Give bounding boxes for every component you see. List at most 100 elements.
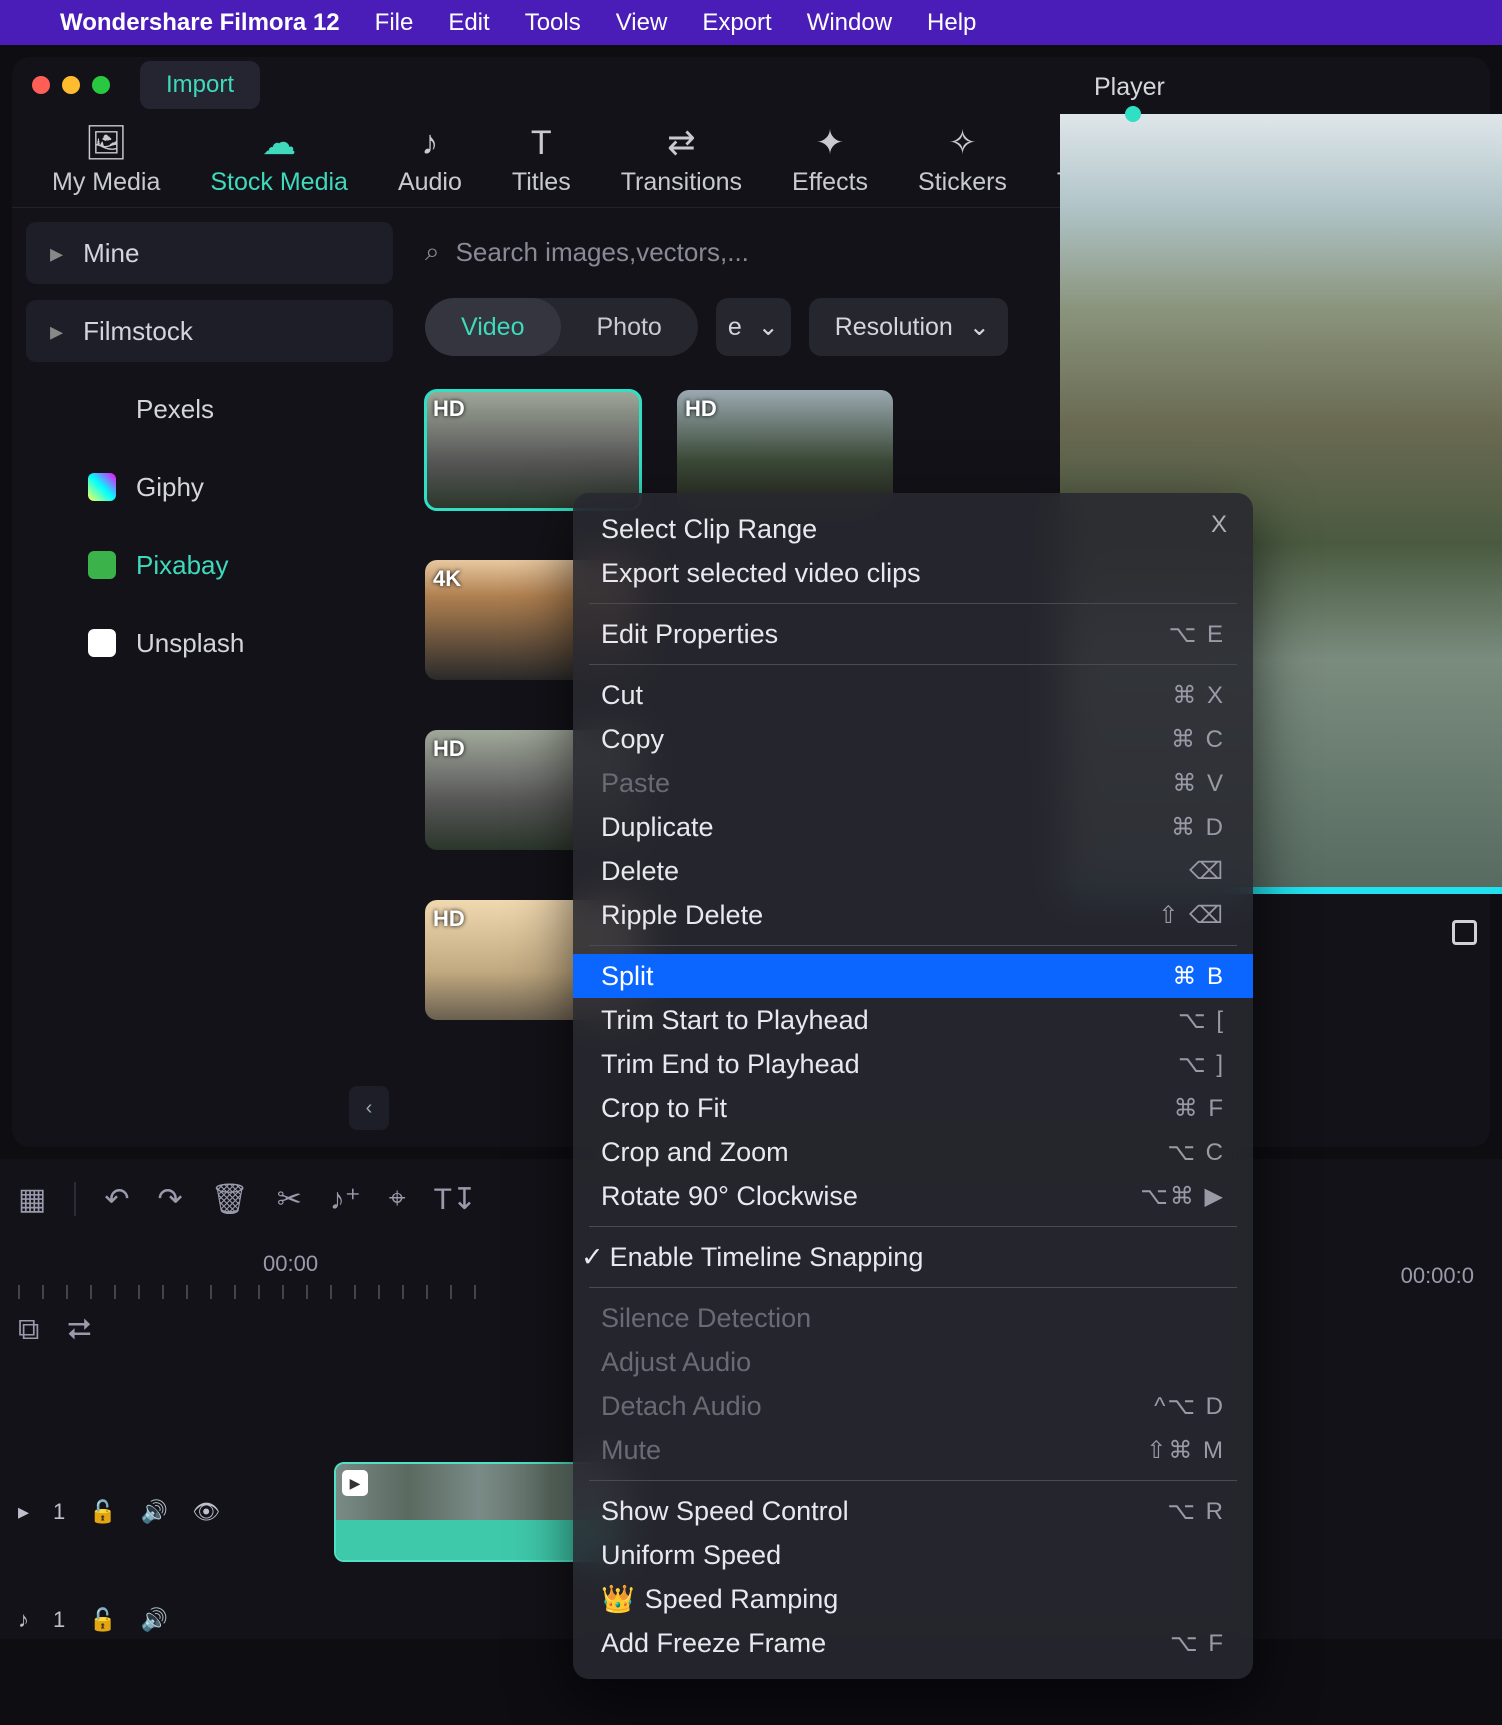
sidebar-item-mine[interactable]: ▸Mine xyxy=(26,222,393,284)
menu-item-select-clip-range[interactable]: Select Clip Range xyxy=(573,507,1253,551)
menu-item-detach-audio: Detach Audio^⌥ D xyxy=(573,1384,1253,1428)
pill-photo[interactable]: Photo xyxy=(561,298,698,356)
minimize-window-icon[interactable] xyxy=(62,76,80,94)
menu-item-label: Show Speed Control xyxy=(601,1496,849,1527)
maximize-window-icon[interactable] xyxy=(92,76,110,94)
lock-icon[interactable]: 🔓 xyxy=(89,1607,116,1633)
image-icon: 🖼 xyxy=(87,126,125,160)
menu-edit[interactable]: Edit xyxy=(448,9,489,37)
import-button[interactable]: Import xyxy=(140,61,260,109)
menu-shortcut: ⌥ R xyxy=(1167,1497,1225,1526)
sidebar-item-unsplash[interactable]: Unsplash xyxy=(26,612,393,674)
macos-menubar: Wondershare Filmora 12 File Edit Tools V… xyxy=(0,0,1502,45)
tab-titles[interactable]: TTitles xyxy=(512,126,571,197)
menu-item-label: Crop and Zoom xyxy=(601,1137,789,1168)
tab-effects[interactable]: ✦Effects xyxy=(792,126,868,197)
sidebar-item-pixabay[interactable]: Pixabay xyxy=(26,534,393,596)
menu-item-cut[interactable]: Cut⌘ X xyxy=(573,673,1253,717)
track-number: 1 xyxy=(53,1607,65,1633)
menu-item-delete[interactable]: Delete⌫ xyxy=(573,849,1253,893)
tab-label: Titles xyxy=(512,168,571,197)
menu-item-label: Edit Properties xyxy=(601,619,778,650)
menu-window[interactable]: Window xyxy=(807,9,892,37)
pill-video[interactable]: Video xyxy=(425,298,561,356)
resolution-dropdown[interactable]: Resolution⌄ xyxy=(809,298,1008,356)
close-menu-icon[interactable]: X xyxy=(1211,511,1227,539)
menu-item-copy[interactable]: Copy⌘ C xyxy=(573,717,1253,761)
collapse-sidebar-button[interactable]: ‹ xyxy=(349,1086,389,1130)
type-dropdown-partial[interactable]: e⌄ xyxy=(716,298,791,356)
play-icon[interactable]: ▶ xyxy=(342,1470,368,1496)
pixabay-icon xyxy=(88,551,116,579)
menu-item-split[interactable]: Split⌘ B xyxy=(573,954,1253,998)
close-window-icon[interactable] xyxy=(32,76,50,94)
context-menu: X Select Clip Range Export selected video… xyxy=(573,493,1253,1679)
menu-item-label: Select Clip Range xyxy=(601,514,817,545)
lock-icon[interactable]: 🔓 xyxy=(89,1499,116,1525)
import-button-label: Import xyxy=(166,71,234,98)
menu-item-show-speed-control[interactable]: Show Speed Control ⌥ R xyxy=(573,1489,1253,1533)
giphy-icon xyxy=(88,473,116,501)
menu-tools[interactable]: Tools xyxy=(525,9,581,37)
menu-item-crop-to-fit[interactable]: Crop to Fit⌘ F xyxy=(573,1086,1253,1130)
tab-my-media[interactable]: 🖼 My Media xyxy=(52,126,160,197)
menu-file[interactable]: File xyxy=(375,9,414,37)
transition-icon: ⇄ xyxy=(662,126,700,160)
media-thumbnail[interactable]: HD xyxy=(425,390,641,510)
audio-track-icon: ♪ xyxy=(18,1607,29,1633)
video-track-icon: ▸ xyxy=(18,1499,29,1525)
menu-item-add-freeze-frame[interactable]: Add Freeze Frame⌥ F xyxy=(573,1621,1253,1665)
menu-item-label: Cut xyxy=(601,680,643,711)
text-cursor-icon[interactable]: T↧ xyxy=(434,1182,477,1217)
speaker-icon[interactable]: 🔊 xyxy=(141,1499,168,1525)
chevron-down-icon: ⌄ xyxy=(969,312,990,342)
undo-icon[interactable]: ↶ xyxy=(104,1182,129,1217)
pexels-icon xyxy=(88,395,116,423)
menu-item-label: Detach Audio xyxy=(601,1391,762,1422)
trash-icon[interactable]: 🗑 xyxy=(211,1182,249,1217)
menu-item-ripple-delete[interactable]: Ripple Delete⇧ ⌫ xyxy=(573,893,1253,937)
menu-item-edit-properties[interactable]: Edit Properties⌥ E xyxy=(573,612,1253,656)
sidebar-item-filmstock[interactable]: ▸Filmstock xyxy=(26,300,393,362)
tab-label: Stickers xyxy=(918,168,1007,197)
menu-item-rotate-90-clockwise[interactable]: Rotate 90° Clockwise⌥⌘ ▶ xyxy=(573,1174,1253,1218)
menu-item-trim-start-to-playhead[interactable]: Trim Start to Playhead⌥ [ xyxy=(573,998,1253,1042)
tab-stock-media[interactable]: ☁Stock Media xyxy=(210,126,348,197)
chevron-left-icon: ‹ xyxy=(366,1097,373,1120)
sidebar-item-giphy[interactable]: Giphy xyxy=(26,456,393,518)
tab-label: My Media xyxy=(52,168,160,197)
scissors-icon[interactable]: ✂ xyxy=(277,1182,302,1217)
sidebar-item-pexels[interactable]: Pexels xyxy=(26,378,393,440)
menu-shortcut: ⌘ C xyxy=(1171,725,1225,754)
app-name[interactable]: Wondershare Filmora 12 xyxy=(60,9,340,37)
menu-item-speed-ramping[interactable]: 👑Speed Ramping xyxy=(573,1577,1253,1621)
menu-item-export-selected-video-clips[interactable]: Export selected video clips xyxy=(573,551,1253,595)
in-point-marker-icon[interactable] xyxy=(1125,106,1141,122)
add-track-icon[interactable]: ⧉ xyxy=(18,1313,39,1347)
media-thumbnail[interactable]: HD xyxy=(677,390,893,510)
dropdown-label: e xyxy=(728,313,742,342)
sidebar-item-label: Pexels xyxy=(136,394,214,425)
tag-icon[interactable]: ⌖ xyxy=(389,1182,406,1216)
tab-audio[interactable]: ♪Audio xyxy=(398,126,462,197)
music-edit-icon[interactable]: ♪⁺ xyxy=(330,1182,361,1217)
apps-icon[interactable]: ▦ xyxy=(18,1182,46,1217)
menu-shortcut: ⌘ F xyxy=(1174,1094,1225,1123)
stop-icon[interactable] xyxy=(1452,920,1477,945)
menu-item-trim-end-to-playhead[interactable]: Trim End to Playhead⌥ ] xyxy=(573,1042,1253,1086)
menu-item-enable-timeline-snapping[interactable]: Enable Timeline Snapping xyxy=(573,1235,1253,1279)
redo-icon[interactable]: ↷ xyxy=(158,1182,183,1217)
menu-item-label: Trim End to Playhead xyxy=(601,1049,860,1080)
tab-stickers[interactable]: ✧Stickers xyxy=(918,126,1007,197)
menu-help[interactable]: Help xyxy=(927,9,976,37)
tab-transitions[interactable]: ⇄Transitions xyxy=(621,126,742,197)
menu-export[interactable]: Export xyxy=(702,9,771,37)
speaker-icon[interactable]: 🔊 xyxy=(141,1607,168,1633)
eye-icon[interactable]: 👁 xyxy=(192,1499,220,1525)
chevron-right-icon: ▸ xyxy=(50,238,63,269)
link-icon[interactable]: ⮂ xyxy=(67,1313,91,1347)
menu-item-uniform-speed[interactable]: Uniform Speed xyxy=(573,1533,1253,1577)
menu-item-duplicate[interactable]: Duplicate⌘ D xyxy=(573,805,1253,849)
menu-item-crop-and-zoom[interactable]: Crop and Zoom⌥ C xyxy=(573,1130,1253,1174)
menu-view[interactable]: View xyxy=(616,9,668,37)
